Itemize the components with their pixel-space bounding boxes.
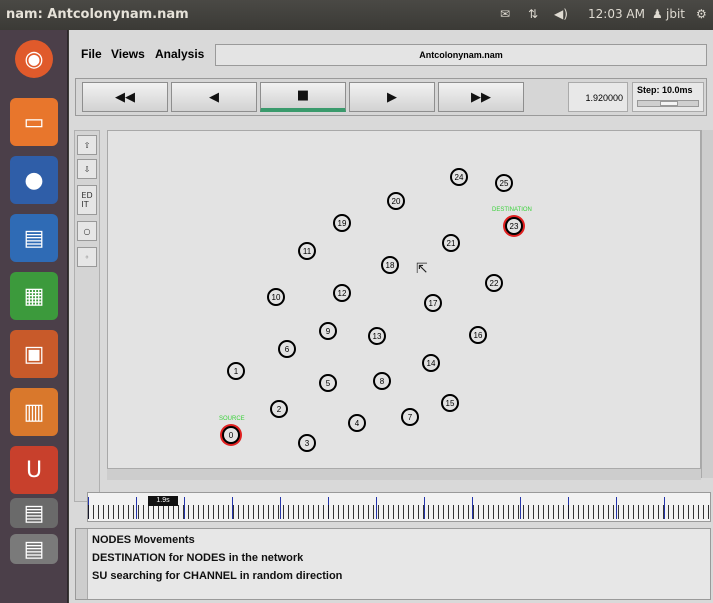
volume-icon[interactable]: ◀) <box>554 7 568 21</box>
node-6[interactable]: 6 <box>278 340 296 358</box>
node-9[interactable]: 9 <box>319 322 337 340</box>
mouse-cursor-icon: ⇱ <box>416 261 428 277</box>
impress-icon[interactable]: ▣ <box>10 330 58 378</box>
dash-icon[interactable]: ◉ <box>15 40 53 78</box>
menu-views[interactable]: Views <box>111 47 145 61</box>
writer-icon[interactable]: ▤ <box>10 214 58 262</box>
nam-window: File Views Analysis Antcolonynam.nam ◀◀ … <box>69 30 713 603</box>
node-23[interactable]: 23 <box>505 217 523 235</box>
menu-analysis[interactable]: Analysis <box>155 47 204 61</box>
annotation-line[interactable]: DESTINATION for NODES in the network <box>92 552 303 564</box>
zoom-in-icon[interactable]: ⇧ <box>77 135 97 155</box>
node-tool-icon[interactable]: ○ <box>77 221 97 241</box>
user-name[interactable]: jbit <box>666 7 685 21</box>
step-control: Step: 10.0ms <box>632 82 704 112</box>
step-label: Step: 10.0ms <box>637 85 693 95</box>
stop-button[interactable]: ■ <box>260 82 346 112</box>
trash-icon[interactable]: ▤ <box>10 534 58 564</box>
node-21[interactable]: 21 <box>442 234 460 252</box>
files-icon[interactable]: ▭ <box>10 98 58 146</box>
node-10[interactable]: 10 <box>267 288 285 306</box>
user-icon[interactable]: ♟ <box>652 7 663 21</box>
calc-icon[interactable]: ▦ <box>10 272 58 320</box>
timeline-slider[interactable]: 1.9s <box>87 492 711 522</box>
file-name-box: Antcolonynam.nam <box>215 44 707 66</box>
zoom-out-icon[interactable]: ⇩ <box>77 159 97 179</box>
node-20[interactable]: 20 <box>387 192 405 210</box>
node-2[interactable]: 2 <box>270 400 288 418</box>
firefox-icon[interactable]: ● <box>10 156 58 204</box>
node-15[interactable]: 15 <box>441 394 459 412</box>
playback-controls: ◀◀ ◀ ■ ▶ ▶▶ 1.920000 Step: 10.0ms <box>75 78 707 116</box>
timeline-marker[interactable]: 1.9s <box>148 496 178 506</box>
annotation-panel: NODES Movements DESTINATION for NODES in… <box>75 528 711 600</box>
node-17[interactable]: 17 <box>424 294 442 312</box>
point-tool-icon[interactable]: ◦ <box>77 247 97 267</box>
gear-icon[interactable]: ⚙ <box>696 7 707 21</box>
launcher: ◉ ▭ ● ▤ ▦ ▣ ▥ U ▤ ▤ <box>0 30 68 603</box>
node-12[interactable]: 12 <box>333 284 351 302</box>
time-display: 1.920000 <box>568 82 628 112</box>
step-slider-knob[interactable] <box>660 101 678 106</box>
network-icon[interactable]: ⇅ <box>528 7 538 21</box>
fast-forward-button[interactable]: ▶▶ <box>438 82 524 112</box>
menu-file[interactable]: File <box>81 47 102 61</box>
node-4[interactable]: 4 <box>348 414 366 432</box>
edit-button[interactable]: ED IT <box>77 185 97 215</box>
node-13[interactable]: 13 <box>368 327 386 345</box>
timeline-ticks <box>88 505 710 519</box>
node-16[interactable]: 16 <box>469 326 487 344</box>
vertical-scrollbar[interactable] <box>701 130 713 478</box>
window-title: nam: Antcolonynam.nam <box>6 7 189 22</box>
node-3[interactable]: 3 <box>298 434 316 452</box>
node-7[interactable]: 7 <box>401 408 419 426</box>
node-11[interactable]: 11 <box>298 242 316 260</box>
node-25[interactable]: 25 <box>495 174 513 192</box>
software-center-icon[interactable]: ▥ <box>10 388 58 436</box>
node-0[interactable]: 0 <box>222 426 240 444</box>
clock[interactable]: 12:03 AM <box>588 7 645 21</box>
node-14[interactable]: 14 <box>422 354 440 372</box>
annotation-line[interactable]: NODES Movements <box>92 534 195 546</box>
edit-toolbar: ⇧ ⇩ ED IT ○ ◦ <box>74 130 100 502</box>
ubuntu-one-icon[interactable]: U <box>10 446 58 494</box>
horizontal-scrollbar[interactable] <box>107 468 701 480</box>
node-8[interactable]: 8 <box>373 372 391 390</box>
node-label-0: SOURCE <box>219 416 245 422</box>
node-19[interactable]: 19 <box>333 214 351 232</box>
step-back-button[interactable]: ◀ <box>171 82 257 112</box>
node-18[interactable]: 18 <box>381 256 399 274</box>
annotation-scrollbar[interactable] <box>76 529 88 599</box>
node-22[interactable]: 22 <box>485 274 503 292</box>
rewind-button[interactable]: ◀◀ <box>82 82 168 112</box>
top-panel: nam: Antcolonynam.nam ✉ ⇅ ◀) 12:03 AM ♟ … <box>0 0 713 30</box>
animation-canvas[interactable]: 0 SOURCE 1 2 3 4 5 6 7 8 9 10 11 12 13 14 15 16 17 18 19 20 21… <box>107 130 701 478</box>
play-button[interactable]: ▶ <box>349 82 435 112</box>
node-1[interactable]: 1 <box>227 362 245 380</box>
workspace-switcher-icon[interactable]: ▤ <box>10 498 58 528</box>
node-label-23: DESTINATION <box>492 207 532 213</box>
mail-icon[interactable]: ✉ <box>500 7 510 21</box>
node-24[interactable]: 24 <box>450 168 468 186</box>
annotation-line[interactable]: SU searching for CHANNEL in random direc… <box>92 570 342 582</box>
node-5[interactable]: 5 <box>319 374 337 392</box>
step-slider[interactable] <box>637 100 699 107</box>
